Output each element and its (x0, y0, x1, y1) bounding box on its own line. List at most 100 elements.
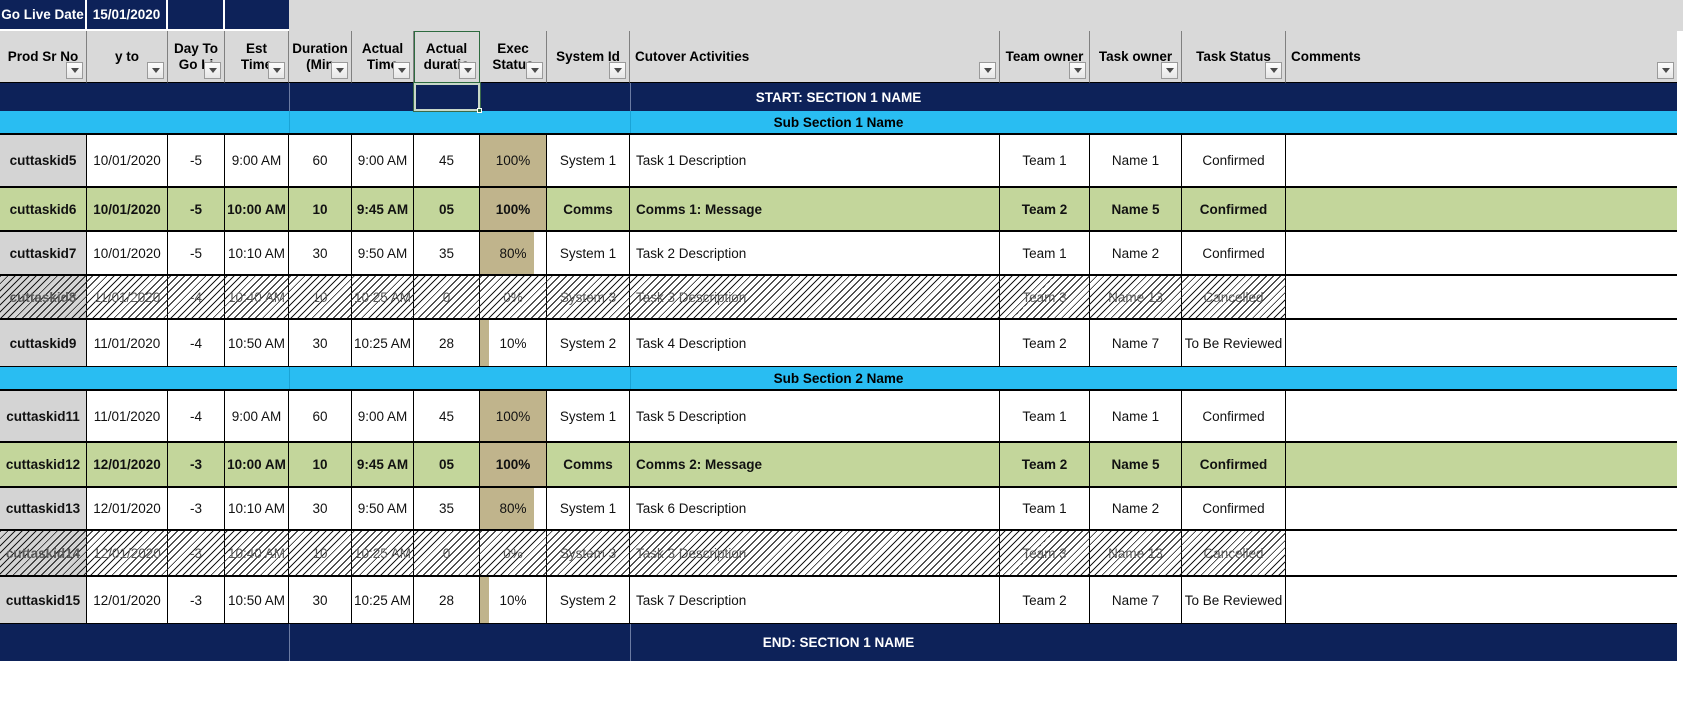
cell-day_to_go[interactable]: -3 (168, 577, 225, 623)
cell-activities[interactable]: Comms 2: Message (630, 443, 1000, 486)
cell-task_owner[interactable]: Name 2 (1090, 232, 1182, 274)
cell-actual_dur[interactable]: 05 (414, 188, 480, 230)
cell-actual_time[interactable]: 10:25 AM (352, 577, 414, 623)
cell-prod_sr_no[interactable]: cuttaskid7 (0, 232, 87, 274)
column-header-y_to[interactable]: y to (87, 31, 168, 83)
column-header-system_id[interactable]: System Id (547, 31, 630, 83)
section-banner-row[interactable]: END: SECTION 1 NAME (0, 624, 1677, 661)
cell-est_time[interactable]: 10:10 AM (225, 488, 289, 529)
cell-exec_status[interactable]: 80% (480, 232, 547, 274)
filter-dropdown-icon-actual_time[interactable] (393, 62, 410, 79)
cell-actual_dur[interactable]: 05 (414, 443, 480, 486)
table-row[interactable]: cuttaskid8 11/01/2020 -4 10:40 AM 10 10:25 AM… (0, 275, 1677, 319)
cell-duration[interactable]: 30 (289, 488, 352, 529)
column-header-actual_time[interactable]: Actual Time (352, 31, 414, 83)
cell-activities[interactable]: Task 3 Description (630, 531, 1000, 575)
cell-task_owner[interactable]: Name 7 (1090, 320, 1182, 366)
filter-dropdown-icon-y_to[interactable] (147, 62, 164, 79)
cell-task_owner[interactable]: Name 5 (1090, 188, 1182, 230)
column-header-duration[interactable]: Duration (Min (289, 31, 352, 83)
cell-system_id[interactable]: System 1 (547, 232, 630, 274)
cell-actual_time[interactable]: 10:25 AM (352, 276, 414, 318)
cell-system_id[interactable]: Comms (547, 188, 630, 230)
filter-dropdown-icon-actual_dur[interactable] (459, 62, 476, 79)
cell-duration[interactable]: 30 (289, 232, 352, 274)
cell-day_to_go[interactable]: -5 (168, 188, 225, 230)
cell-y_to[interactable]: 12/01/2020 (87, 531, 168, 575)
table-row[interactable]: cuttaskid5 10/01/2020 -5 9:00 AM 60 9:00 AM 45… (0, 134, 1677, 187)
table-row[interactable]: cuttaskid11 11/01/2020 -4 9:00 AM 60 9:00 AM 4… (0, 390, 1677, 442)
cell-exec_status[interactable]: 100% (480, 443, 547, 486)
cell-prod_sr_no[interactable]: cuttaskid14 (0, 531, 87, 575)
column-header-team_owner[interactable]: Team owner (1000, 31, 1090, 83)
cell-comments[interactable] (1286, 135, 1677, 186)
cell-system_id[interactable]: System 1 (547, 391, 630, 441)
cell-est_time[interactable]: 10:00 AM (225, 188, 289, 230)
cell-activities[interactable]: Task 2 Description (630, 232, 1000, 274)
table-row[interactable]: cuttaskid12 12/01/2020 -3 10:00 AM 10 9:45 AM… (0, 442, 1677, 487)
cell-task_owner[interactable]: Name 2 (1090, 488, 1182, 529)
filter-dropdown-icon-est_time[interactable] (268, 62, 285, 79)
table-row[interactable]: cuttaskid15 12/01/2020 -3 10:50 AM 30 10:25 A… (0, 576, 1677, 624)
cell-system_id[interactable]: System 3 (547, 531, 630, 575)
cell-system_id[interactable]: System 2 (547, 320, 630, 366)
cell-comments[interactable] (1286, 391, 1677, 441)
cell-exec_status[interactable]: 0% (480, 276, 547, 318)
cell-duration[interactable]: 30 (289, 320, 352, 366)
cell-actual_time[interactable]: 9:45 AM (352, 188, 414, 230)
table-row[interactable]: cuttaskid14 12/01/2020 -3 10:40 AM 10 10:25 A… (0, 530, 1677, 576)
cell-duration[interactable]: 10 (289, 531, 352, 575)
table-row[interactable]: cuttaskid6 10/01/2020 -5 10:00 AM 10 9:45 AM 0… (0, 187, 1677, 231)
column-header-task_status[interactable]: Task Status (1182, 31, 1286, 83)
cell-y_to[interactable]: 10/01/2020 (87, 188, 168, 230)
cell-prod_sr_no[interactable]: cuttaskid13 (0, 488, 87, 529)
cell-comments[interactable] (1286, 188, 1677, 230)
cell-system_id[interactable]: System 2 (547, 577, 630, 623)
cell-team_owner[interactable]: Team 3 (1000, 276, 1090, 318)
filter-dropdown-icon-exec_status[interactable] (526, 62, 543, 79)
cell-activities[interactable]: Task 7 Description (630, 577, 1000, 623)
cell-est_time[interactable]: 10:40 AM (225, 276, 289, 318)
cell-prod_sr_no[interactable]: cuttaskid8 (0, 276, 87, 318)
sub-section-banner-row[interactable]: Sub Section 1 Name (0, 111, 1677, 134)
filter-dropdown-icon-prod_sr_no[interactable] (66, 62, 83, 79)
cell-exec_status[interactable]: 0% (480, 531, 547, 575)
section-banner-row[interactable]: START: SECTION 1 NAME (0, 83, 1677, 111)
cell-exec_status[interactable]: 100% (480, 391, 547, 441)
cell-actual_dur[interactable]: 28 (414, 577, 480, 623)
cell-actual_dur[interactable]: 28 (414, 320, 480, 366)
cell-team_owner[interactable]: Team 3 (1000, 531, 1090, 575)
cell-exec_status[interactable]: 100% (480, 135, 547, 186)
cell-task_status[interactable]: To Be Reviewed (1182, 577, 1286, 623)
cell-task_status[interactable]: To Be Reviewed (1182, 320, 1286, 366)
cell-actual_time[interactable]: 9:00 AM (352, 135, 414, 186)
column-header-actual_dur[interactable]: Actual duratio (414, 31, 480, 83)
cell-actual_time[interactable]: 10:25 AM (352, 531, 414, 575)
cell-day_to_go[interactable]: -4 (168, 320, 225, 366)
column-header-task_owner[interactable]: Task owner (1090, 31, 1182, 83)
cell-actual_dur[interactable]: 45 (414, 391, 480, 441)
column-header-est_time[interactable]: Est Time (225, 31, 289, 83)
cell-duration[interactable]: 60 (289, 391, 352, 441)
filter-dropdown-icon-duration[interactable] (331, 62, 348, 79)
cell-task_status[interactable]: Confirmed (1182, 488, 1286, 529)
column-header-prod_sr_no[interactable]: Prod Sr No (0, 31, 87, 83)
cell-duration[interactable]: 30 (289, 577, 352, 623)
cell-day_to_go[interactable]: -4 (168, 391, 225, 441)
column-header-exec_status[interactable]: Exec Status (480, 31, 547, 83)
cell-task_owner[interactable]: Name 13 (1090, 276, 1182, 318)
column-header-day_to_go[interactable]: Day To Go Li (168, 31, 225, 83)
cell-activities[interactable]: Task 4 Description (630, 320, 1000, 366)
cell-task_owner[interactable]: Name 7 (1090, 577, 1182, 623)
filter-dropdown-icon-activities[interactable] (979, 62, 996, 79)
cell-actual_time[interactable]: 10:25 AM (352, 320, 414, 366)
cell-day_to_go[interactable]: -5 (168, 135, 225, 186)
table-row[interactable]: cuttaskid9 11/01/2020 -4 10:50 AM 30 10:25 AM… (0, 319, 1677, 367)
cell-y_to[interactable]: 11/01/2020 (87, 276, 168, 318)
cell-duration[interactable]: 10 (289, 443, 352, 486)
cell-duration[interactable]: 10 (289, 188, 352, 230)
sub-section-banner-row[interactable]: Sub Section 2 Name (0, 367, 1677, 390)
cell-duration[interactable]: 10 (289, 276, 352, 318)
cell-comments[interactable] (1286, 577, 1677, 623)
cell-est_time[interactable]: 10:40 AM (225, 531, 289, 575)
